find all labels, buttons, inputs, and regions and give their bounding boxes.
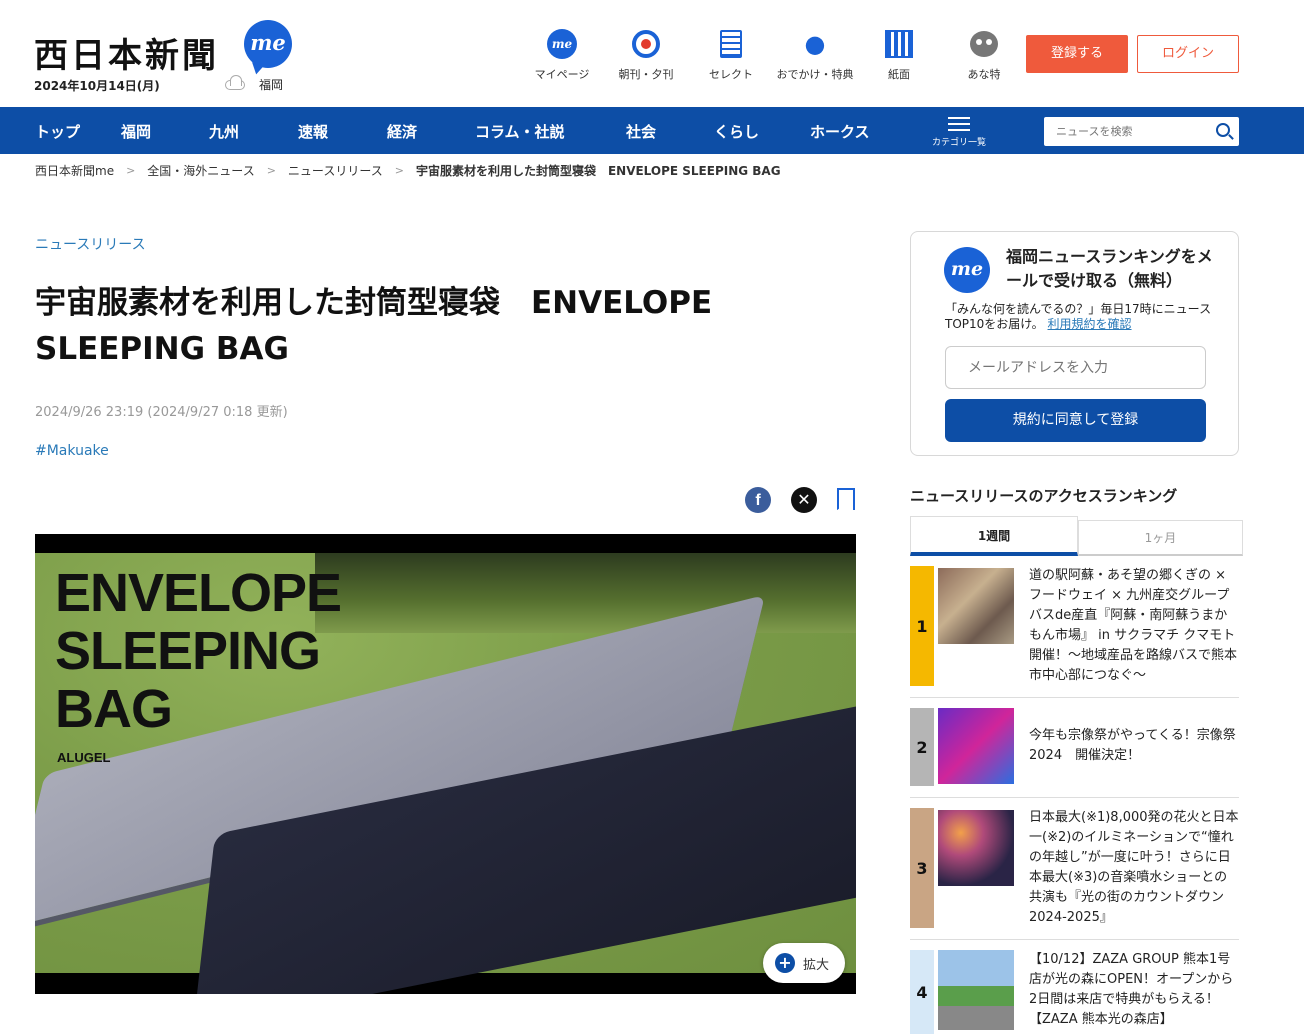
- ranking-item-title: 【10/12】ZAZA GROUP 熊本1号店が光の森にOPEN！オープンから2…: [1029, 952, 1234, 1027]
- category-menu-button[interactable]: カテゴリ一覧: [930, 117, 988, 148]
- thumbnail-image: [938, 568, 1014, 644]
- breadcrumb: 西日本新聞me > 全国・海外ニュース > ニュースリリース > 宇宙服素材を利…: [35, 162, 781, 179]
- header-nav-label: おでかけ・特典: [776, 68, 854, 81]
- signup-description: 「みんな何を読んでるの？」毎日17時にニュースTOP10をお届け。 利用規約を確…: [945, 302, 1225, 332]
- ranking-item[interactable]: 4 【10/12】ZAZA GROUP 熊本1号店が光の森にOPEN！オープンか…: [910, 950, 1239, 1034]
- zoom-label: 拡大: [803, 957, 830, 973]
- ranking-item[interactable]: 1 道の駅阿蘇・あそ望の郷くぎの × フードウェイ × 九州産交グループバスde…: [910, 566, 1239, 698]
- nav-item-hawks[interactable]: ホークス: [810, 121, 870, 142]
- rank-number: 2: [910, 708, 934, 786]
- breadcrumb-current: 宇宙服素材を利用した封筒型寝袋 ENVELOPE SLEEPING BAG: [415, 164, 781, 178]
- header-nav-select[interactable]: セレクト: [691, 28, 771, 82]
- rank-number: 1: [910, 566, 934, 686]
- facebook-share-icon[interactable]: f: [745, 487, 771, 513]
- signup-submit-button[interactable]: 規約に同意して登録: [945, 399, 1206, 442]
- signup-title: 福岡ニュースランキングをメールで受け取る（無料）: [1006, 247, 1213, 290]
- plus-icon: +: [775, 953, 795, 973]
- breadcrumb-item[interactable]: ニュースリリース: [288, 162, 383, 179]
- tab-1-week[interactable]: 1週間: [910, 516, 1078, 556]
- category-menu-label: カテゴリ一覧: [931, 138, 986, 148]
- email-field[interactable]: [945, 346, 1206, 389]
- search-icon[interactable]: [1216, 123, 1230, 137]
- image-brand: ALUGEL: [57, 750, 111, 765]
- newspaper-icon: [885, 30, 913, 58]
- nav-item-top[interactable]: トップ: [35, 121, 80, 142]
- rank-number: 4: [910, 950, 934, 1034]
- header-nav-label: マイページ: [534, 68, 590, 81]
- nav-item-breaking[interactable]: 速報: [298, 121, 328, 142]
- nav-item-fukuoka[interactable]: 福岡: [121, 121, 151, 142]
- header-nav-label: あな特: [967, 68, 1001, 81]
- weather-location: 福岡: [259, 78, 284, 92]
- article-category[interactable]: ニュースリリース: [35, 234, 146, 254]
- thumbnail-image: [938, 950, 1014, 1030]
- image-headline: ENVELOPE SLEEPING BAG: [55, 563, 342, 739]
- thumbnail-image: [938, 810, 1014, 886]
- chevron-right-icon: >: [126, 164, 136, 177]
- chevron-right-icon: >: [394, 164, 404, 177]
- cloud-icon: [225, 74, 245, 90]
- main-nav: トップ 福岡 九州 速報 経済 コラム・社説 社会 くらし ホークス カテゴリ一…: [0, 107, 1304, 154]
- header-nav-anatoku[interactable]: あな特: [944, 28, 1024, 82]
- article-title: 宇宙服素材を利用した封筒型寝袋 ENVELOPE SLEEPING BAG: [35, 285, 713, 367]
- breadcrumb-item[interactable]: 全国・海外ニュース: [147, 162, 254, 179]
- target-icon: [632, 30, 660, 58]
- article-main-image[interactable]: ENVELOPE SLEEPING BAG ALUGEL + 拡大: [35, 534, 856, 994]
- ranking-item-title: 道の駅阿蘇・あそ望の郷くぎの × フードウェイ × 九州産交グループバスde産直…: [1029, 568, 1238, 683]
- header-nav-mypage[interactable]: me マイページ: [522, 28, 602, 82]
- zoom-button[interactable]: + 拡大: [763, 943, 845, 983]
- header-nav-label: 朝刊・夕刊: [618, 68, 674, 81]
- header-nav-odekake[interactable]: ● おでかけ・特典: [775, 28, 855, 82]
- newsletter-signup-box: me 福岡ニュースランキングをメールで受け取る（無料） 「みんな何を読んでるの？…: [910, 231, 1239, 456]
- header-nav-paper-edition[interactable]: 朝刊・夕刊: [606, 28, 686, 82]
- thumbnail-image: [938, 708, 1014, 784]
- site-logo[interactable]: 西日本新聞: [34, 28, 219, 77]
- nav-item-life[interactable]: くらし: [714, 121, 759, 142]
- rank-number: 3: [910, 808, 934, 928]
- nav-item-society[interactable]: 社会: [626, 121, 656, 142]
- bookmark-icon[interactable]: [836, 488, 855, 511]
- breadcrumb-item[interactable]: 西日本新聞me: [35, 162, 114, 179]
- ranking-heading: ニュースリリースのアクセスランキング: [910, 487, 1178, 505]
- ranking-item[interactable]: 2 今年も宗像祭がやってくる！宗像祭2024 開催決定！: [910, 708, 1239, 798]
- nav-item-economy[interactable]: 経済: [387, 121, 417, 142]
- chevron-right-icon: >: [266, 164, 276, 177]
- article-published-date: 2024/9/26 23:19 (2024/9/27 0:18 更新): [35, 405, 288, 420]
- header-nav-label: セレクト: [709, 68, 753, 81]
- header-nav-shimen[interactable]: 紙面: [859, 28, 939, 82]
- hamburger-icon: [948, 117, 970, 131]
- me-logo-badge: me: [944, 247, 990, 293]
- footprints-icon: ●: [804, 30, 826, 58]
- login-button[interactable]: ログイン: [1137, 35, 1239, 73]
- nav-item-column[interactable]: コラム・社説: [475, 121, 565, 142]
- me-icon: me: [547, 29, 577, 59]
- weather: 福岡: [225, 74, 284, 93]
- ranking-item-title: 日本最大(※1)8,000発の花火と日本一(※2)のイルミネーションで“憧れの年…: [1029, 810, 1239, 925]
- ranking-item[interactable]: 3 日本最大(※1)8,000発の花火と日本一(※2)のイルミネーションで“憧れ…: [910, 808, 1239, 940]
- ranking-item-title: 今年も宗像祭がやってくる！宗像祭2024 開催決定！: [1029, 728, 1236, 763]
- me-logo-badge[interactable]: me: [244, 20, 292, 68]
- animal-icon: [970, 31, 998, 57]
- news-search: [1044, 117, 1239, 146]
- x-share-icon[interactable]: ✕: [791, 487, 817, 513]
- nav-item-kyushu[interactable]: 九州: [209, 121, 239, 142]
- search-input[interactable]: [1044, 117, 1204, 146]
- ranking-tabs: 1週間 1ヶ月: [910, 516, 1243, 556]
- article-tag[interactable]: #Makuake: [35, 443, 109, 459]
- register-button[interactable]: 登録する: [1026, 35, 1128, 73]
- paper-icon: [720, 30, 742, 58]
- current-date: 2024年10月14日(月): [34, 79, 160, 93]
- terms-link[interactable]: 利用規約を確認: [1048, 317, 1132, 331]
- site-header: 西日本新聞 me 2024年10月14日(月) 福岡 me マイページ 朝刊・夕…: [0, 0, 1304, 107]
- tab-1-month[interactable]: 1ヶ月: [1078, 520, 1243, 556]
- header-nav-label: 紙面: [888, 68, 910, 81]
- image-trees: [315, 553, 856, 633]
